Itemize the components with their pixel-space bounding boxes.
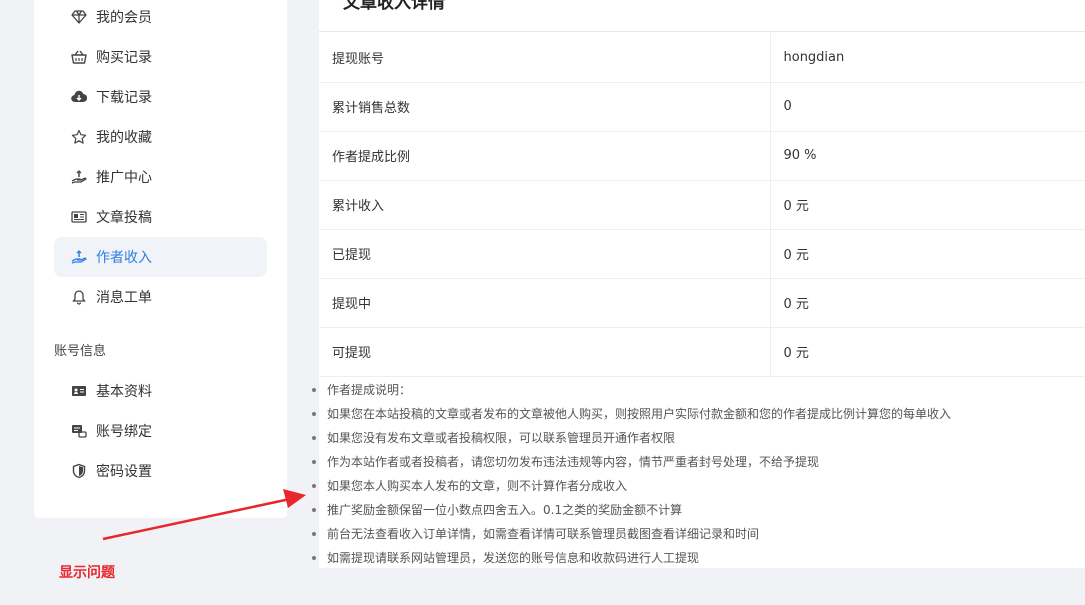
row-key: 提现中 — [319, 278, 771, 328]
cloud-download-icon — [70, 88, 88, 106]
row-key: 提现账号 — [319, 33, 771, 83]
sidebar-item-password[interactable]: 密码设置 — [54, 451, 267, 491]
sidebar-item-label: 基本资料 — [96, 384, 152, 400]
sidebar-item-submit-article[interactable]: 文章投稿 — [54, 197, 267, 237]
sidebar-item-downloads[interactable]: 下载记录 — [54, 77, 267, 117]
sidebar-item-label: 购买记录 — [96, 50, 152, 66]
row-key: 作者提成比例 — [319, 131, 771, 181]
sidebar-item-label: 推广中心 — [96, 170, 152, 186]
sidebar-item-label: 消息工单 — [96, 290, 152, 306]
row-key: 已提现 — [319, 229, 771, 279]
panel-header: 文章收入详情 — [319, 0, 1085, 32]
table-row: 已提现 0 元 — [319, 229, 1085, 279]
sidebar-item-label: 我的会员 — [96, 10, 152, 26]
star-icon — [70, 128, 88, 146]
page-title: 文章收入详情 — [343, 0, 445, 13]
list-item: 如果您本人购买本人发布的文章，则不计算作者分成收入 — [309, 474, 1085, 498]
sidebar-item-label: 下载记录 — [96, 90, 152, 106]
sidebar-item-promotion[interactable]: 推广中心 — [54, 157, 267, 197]
hand-coin-icon — [70, 168, 88, 186]
sidebar-item-label: 账号绑定 — [96, 424, 152, 440]
list-item: 作者提成说明： — [309, 378, 1085, 402]
sidebar-item-label: 作者收入 — [96, 250, 152, 266]
sidebar-item-label: 我的收藏 — [96, 130, 152, 146]
sidebar-item-membership[interactable]: 我的会员 — [54, 0, 267, 37]
income-table: 提现账号 hongdian 累计销售总数 0 作者提成比例 90 % 累计收入 … — [319, 33, 1085, 377]
annotation-label: 显示问题 — [59, 565, 115, 581]
table-row: 累计收入 0 元 — [319, 180, 1085, 230]
sidebar-item-messages[interactable]: 消息工单 — [54, 277, 267, 317]
hand-coin-icon — [70, 248, 88, 266]
table-row: 提现中 0 元 — [319, 278, 1085, 328]
row-key: 累计收入 — [319, 180, 771, 230]
sidebar-item-author-income[interactable]: 作者收入 — [54, 237, 267, 277]
sidebar-item-profile[interactable]: 基本资料 — [54, 371, 267, 411]
user-sidebar: 我的会员 购买记录 下载记录 我的收藏 推广中心 文章投稿 作者收入 消息工单 … — [34, 0, 287, 518]
sidebar-item-label: 文章投稿 — [96, 210, 152, 226]
list-item: 如果您在本站投稿的文章或者发布的文章被他人购买，则按照用户实际付款金额和您的作者… — [309, 402, 1085, 426]
row-value: 0 — [770, 82, 1085, 132]
list-item: 如果您没有发布文章或者投稿权限，可以联系管理员开通作者权限 — [309, 426, 1085, 450]
row-value: 0 元 — [770, 327, 1085, 377]
row-value: 90 % — [770, 131, 1085, 181]
row-value: 0 元 — [770, 229, 1085, 279]
diamond-icon — [70, 8, 88, 26]
row-key: 可提现 — [319, 327, 771, 377]
link-card-icon — [70, 422, 88, 440]
sidebar-item-favorites[interactable]: 我的收藏 — [54, 117, 267, 157]
income-notes-list: 作者提成说明： 如果您在本站投稿的文章或者发布的文章被他人购买，则按照用户实际付… — [309, 378, 1085, 570]
sidebar-item-purchases[interactable]: 购买记录 — [54, 37, 267, 77]
basket-icon — [70, 48, 88, 66]
row-value: 0 元 — [770, 278, 1085, 328]
table-row: 累计销售总数 0 — [319, 82, 1085, 132]
list-item: 前台无法查看收入订单详情，如需查看详情可联系管理员截图查看详细记录和时间 — [309, 522, 1085, 546]
table-row: 作者提成比例 90 % — [319, 131, 1085, 181]
row-value: 0 元 — [770, 180, 1085, 230]
row-key: 累计销售总数 — [319, 82, 771, 132]
bell-icon — [70, 288, 88, 306]
list-item: 如需提现请联系网站管理员，发送您的账号信息和收款码进行人工提现 — [309, 546, 1085, 570]
id-card-icon — [70, 382, 88, 400]
table-row: 可提现 0 元 — [319, 327, 1085, 377]
sidebar-item-label: 密码设置 — [96, 464, 152, 480]
list-item: 作为本站作者或者投稿者，请您切勿发布违法违规等内容，情节严重者封号处理，不给予提… — [309, 450, 1085, 474]
newspaper-icon — [70, 208, 88, 226]
sidebar-item-account-binding[interactable]: 账号绑定 — [54, 411, 267, 451]
table-row: 提现账号 hongdian — [319, 33, 1085, 83]
row-value: hongdian — [770, 33, 1085, 83]
list-item: 推广奖励金额保留一位小数点四舍五入。0.1之类的奖励金额不计算 — [309, 498, 1085, 522]
shield-icon — [70, 462, 88, 480]
account-section-label: 账号信息 — [54, 344, 107, 359]
